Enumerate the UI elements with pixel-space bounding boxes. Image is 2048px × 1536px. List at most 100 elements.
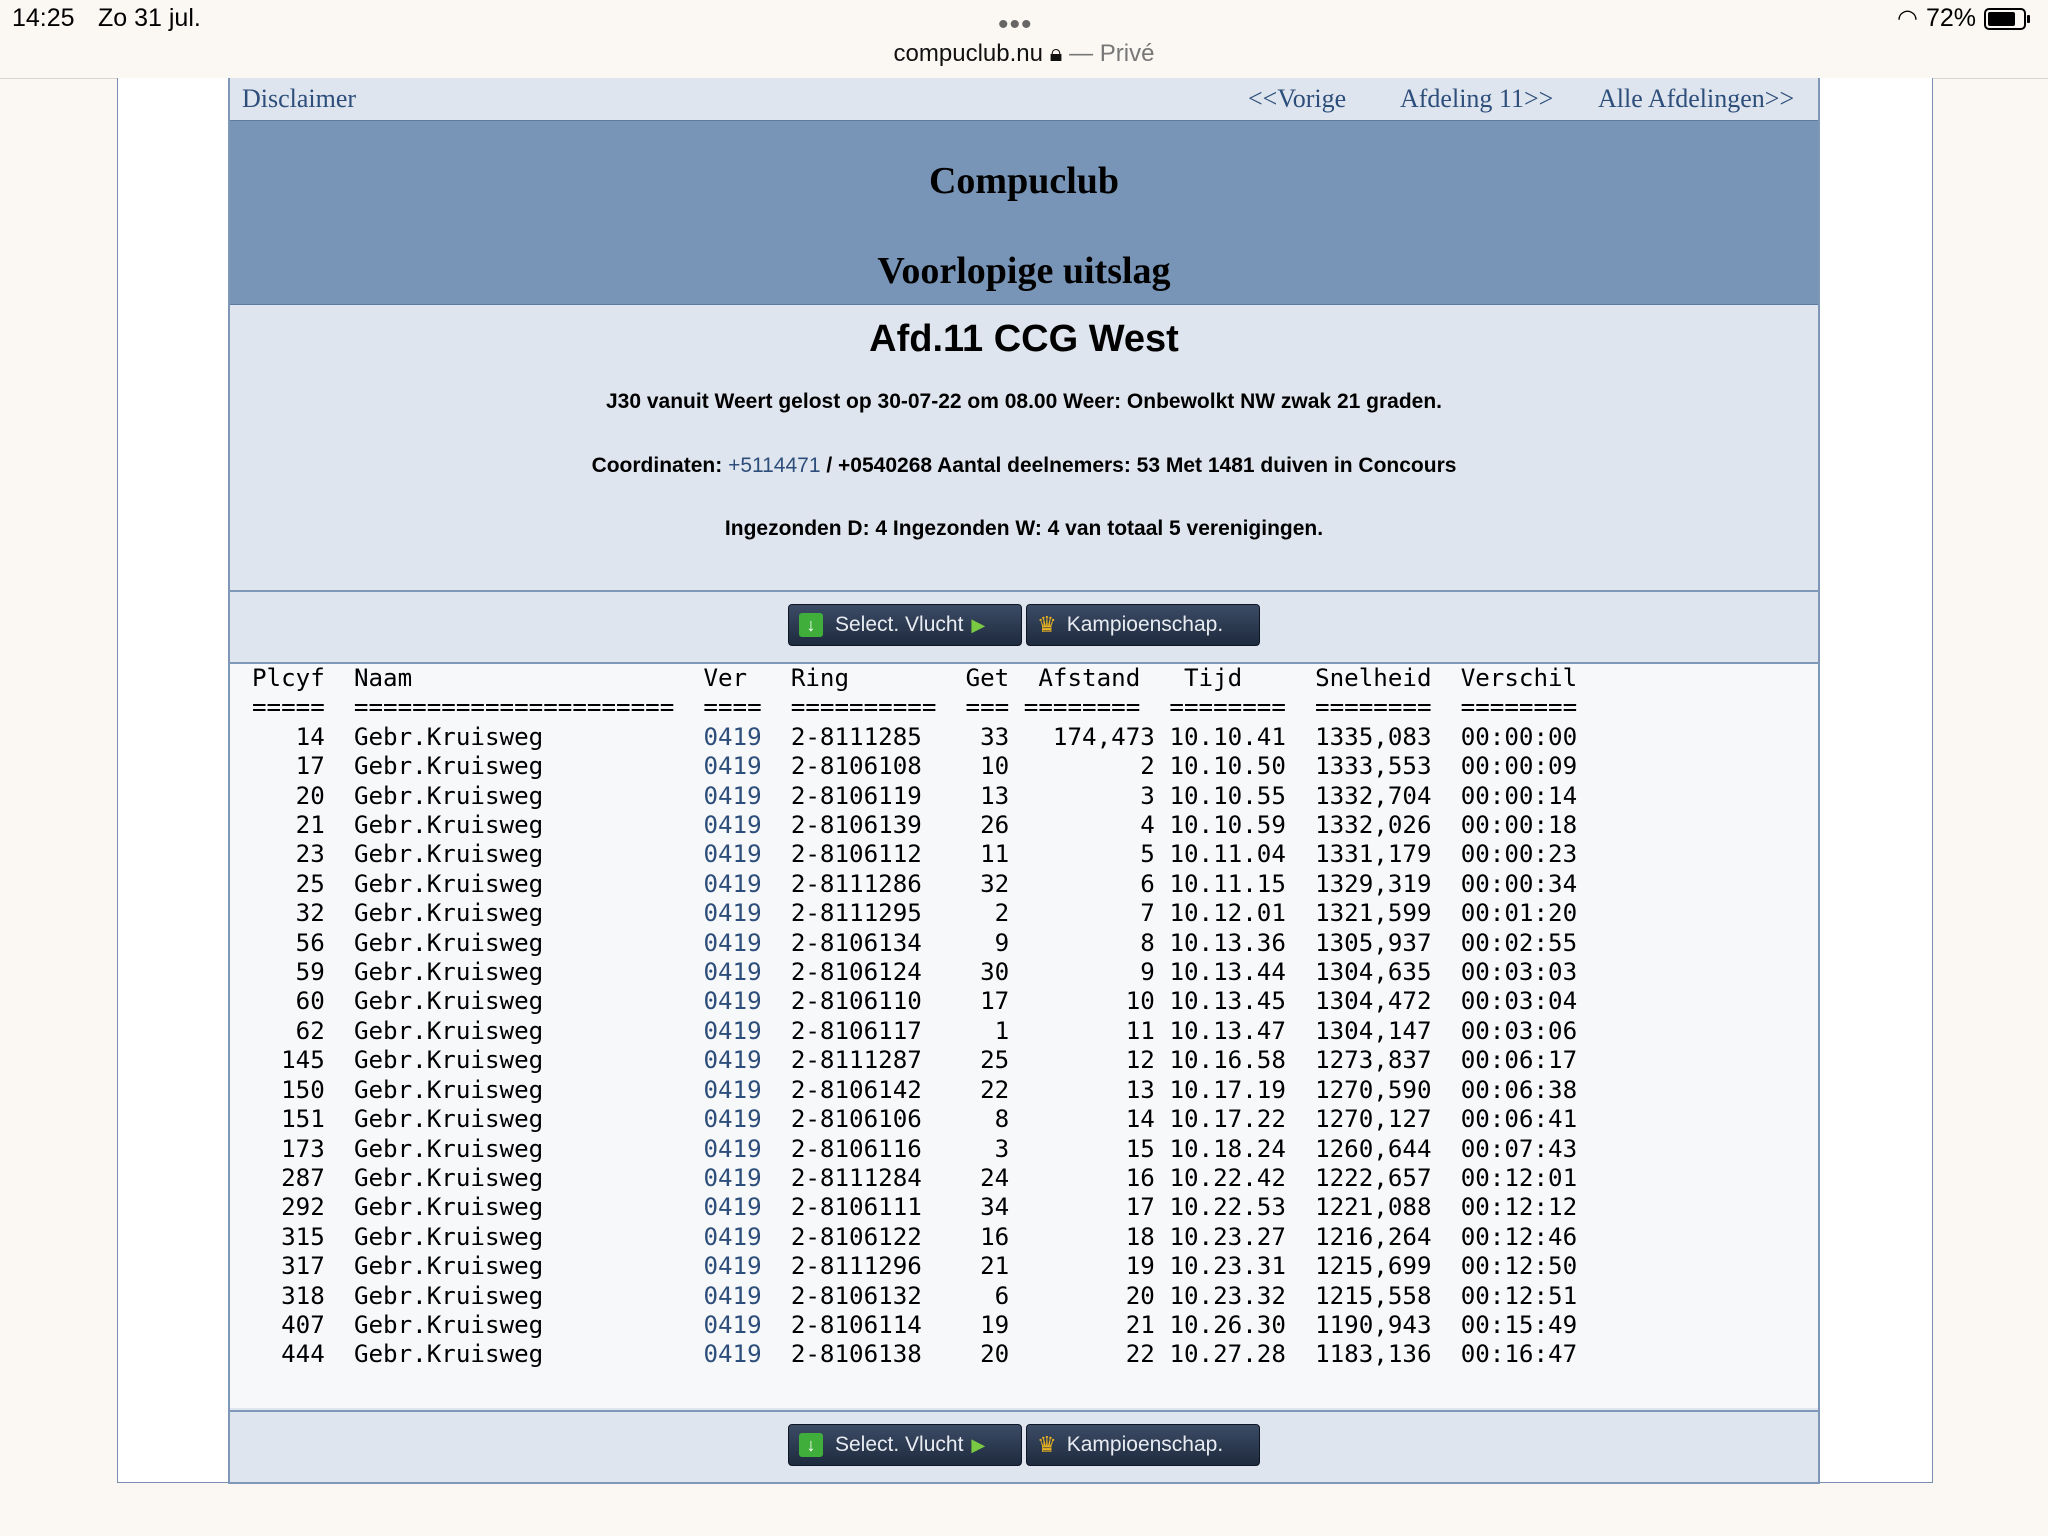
cell-distance: 12 — [1023, 1046, 1155, 1075]
table-row: 17 Gebr.Kruisweg 0419 2-8106108 10 2 10.… — [252, 752, 1578, 781]
cell-name: Gebr.Kruisweg — [353, 1134, 675, 1163]
cell-club[interactable]: 0419 — [703, 1223, 761, 1251]
cell-place: 59 — [252, 958, 325, 987]
cell-entered: 22 — [965, 1075, 1010, 1104]
cell-name: Gebr.Kruisweg — [353, 840, 675, 869]
cell-difference: 00:01:20 — [1460, 899, 1578, 928]
cell-distance: 13 — [1023, 1075, 1155, 1104]
results-page: Disclaimer <<Vorige Afdeling 11>> Alle A… — [228, 78, 1820, 1484]
disclaimer-link[interactable]: Disclaimer — [242, 84, 356, 114]
coordinates-link[interactable]: +5114471 — [728, 454, 820, 477]
select-flight-button[interactable]: ↓ Select. Vlucht ▶ — [788, 1424, 1022, 1466]
cell-entered: 13 — [965, 781, 1010, 810]
cell-speed: 1332,026 — [1315, 811, 1432, 840]
cell-club[interactable]: 0419 — [703, 1164, 761, 1192]
address-bar[interactable]: compuclub.nu 🔒︎ — Privé — [0, 40, 2048, 68]
cell-place: 315 — [252, 1222, 325, 1251]
cell-speed: 1260,644 — [1315, 1134, 1432, 1163]
column-header: Ver — [703, 664, 762, 692]
cell-ring: 2-8106138 — [790, 1340, 937, 1369]
cell-distance: 22 — [1023, 1340, 1155, 1369]
championship-button[interactable]: ♛ Kampioenschap. — [1026, 1424, 1260, 1466]
championship-button[interactable]: ♛ Kampioenschap. — [1026, 604, 1260, 646]
cell-difference: 00:03:06 — [1460, 1016, 1578, 1045]
next-section-link[interactable]: Afdeling 11>> — [1400, 84, 1553, 114]
table-row: 21 Gebr.Kruisweg 0419 2-8106139 26 4 10.… — [252, 811, 1578, 840]
header-underline: ===== ====================== ==== ======… — [252, 693, 1578, 722]
multitask-dots-icon[interactable]: ••• — [998, 8, 1033, 42]
cell-name: Gebr.Kruisweg — [353, 1222, 675, 1251]
cell-ring: 2-8106119 — [790, 781, 937, 810]
cell-difference: 00:00:09 — [1460, 752, 1578, 781]
table-row: 444 Gebr.Kruisweg 0419 2-8106138 20 22 1… — [252, 1340, 1577, 1369]
cell-distance: 17 — [1023, 1193, 1155, 1222]
cell-time: 10.17.19 — [1169, 1075, 1286, 1104]
cell-club[interactable]: 0419 — [703, 1311, 761, 1339]
cell-place: 32 — [252, 899, 325, 928]
cell-distance: 18 — [1023, 1222, 1155, 1251]
cell-club[interactable]: 0419 — [703, 1282, 761, 1310]
previous-link[interactable]: <<Vorige — [1248, 84, 1346, 114]
cell-club[interactable]: 0419 — [703, 1252, 761, 1280]
cell-entered: 21 — [965, 1252, 1010, 1281]
coordinates-label: Coordinaten: — [591, 454, 729, 477]
cell-club[interactable]: 0419 — [703, 1017, 761, 1045]
cell-club[interactable]: 0419 — [703, 811, 761, 839]
cell-club[interactable]: 0419 — [703, 752, 761, 780]
cell-ring: 2-8106116 — [790, 1134, 937, 1163]
cell-club[interactable]: 0419 — [703, 723, 761, 751]
lock-icon: 🔒︎ — [1049, 40, 1063, 67]
cell-place: 444 — [252, 1340, 325, 1369]
cell-club[interactable]: 0419 — [703, 899, 761, 927]
column-header: Afstand — [1023, 664, 1155, 692]
cell-club[interactable]: 0419 — [703, 1046, 761, 1074]
cell-place: 145 — [252, 1046, 325, 1075]
cell-club[interactable]: 0419 — [703, 929, 761, 957]
column-header: Tijd — [1169, 664, 1286, 692]
cell-time: 10.18.24 — [1169, 1134, 1286, 1163]
cell-club[interactable]: 0419 — [703, 1105, 761, 1133]
cell-place: 62 — [252, 1016, 325, 1045]
cell-club[interactable]: 0419 — [703, 1076, 761, 1104]
cell-ring: 2-8106112 — [790, 840, 937, 869]
cell-ring: 2-8106142 — [790, 1075, 937, 1104]
cell-club[interactable]: 0419 — [703, 1135, 761, 1163]
cell-club[interactable]: 0419 — [703, 870, 761, 898]
cell-place: 21 — [252, 811, 325, 840]
cell-speed: 1273,837 — [1315, 1046, 1432, 1075]
column-header: Get — [965, 664, 1010, 692]
cell-entered: 33 — [965, 722, 1010, 751]
select-flight-button[interactable]: ↓ Select. Vlucht ▶ — [788, 604, 1022, 646]
cell-distance: 6 — [1023, 869, 1155, 898]
cell-speed: 1335,083 — [1315, 722, 1432, 751]
top-navigation: Disclaimer <<Vorige Afdeling 11>> Alle A… — [230, 78, 1818, 120]
cell-difference: 00:06:17 — [1460, 1046, 1578, 1075]
cell-distance: 16 — [1023, 1163, 1155, 1192]
cell-place: 23 — [252, 840, 325, 869]
cell-place: 150 — [252, 1075, 325, 1104]
cell-difference: 00:12:12 — [1460, 1193, 1578, 1222]
cell-club[interactable]: 0419 — [703, 840, 761, 868]
cell-difference: 00:00:23 — [1460, 840, 1578, 869]
table-row: 62 Gebr.Kruisweg 0419 2-8106117 1 11 10.… — [252, 1016, 1578, 1046]
button-bar-top: ↓ Select. Vlucht ▶ ♛ Kampioenschap. — [230, 590, 1818, 664]
cell-difference: 00:12:51 — [1460, 1281, 1578, 1310]
cell-place: 60 — [252, 987, 325, 1016]
all-sections-link[interactable]: Alle Afdelingen>> — [1598, 84, 1794, 114]
cell-time: 10.16.58 — [1169, 1046, 1286, 1075]
cell-club[interactable]: 0419 — [703, 1193, 761, 1221]
table-row: 23 Gebr.Kruisweg 0419 2-8106112 11 5 10.… — [252, 840, 1578, 869]
table-row: 317 Gebr.Kruisweg 0419 2-8111296 21 19 1… — [252, 1252, 1577, 1281]
cell-club[interactable]: 0419 — [703, 782, 761, 810]
cell-club[interactable]: 0419 — [703, 1340, 761, 1368]
cell-name: Gebr.Kruisweg — [353, 722, 675, 751]
table-row: 150 Gebr.Kruisweg 0419 2-8106142 22 13 1… — [252, 1076, 1577, 1105]
cell-difference: 00:00:34 — [1460, 869, 1578, 898]
cell-club[interactable]: 0419 — [703, 987, 761, 1015]
cell-time: 10.13.44 — [1169, 958, 1286, 987]
cell-club[interactable]: 0419 — [703, 958, 761, 986]
cell-name: Gebr.Kruisweg — [353, 987, 675, 1016]
table-row: 56 Gebr.Kruisweg 0419 2-8106134 9 8 10.1… — [252, 929, 1578, 958]
cell-ring: 2-8111286 — [790, 869, 937, 898]
cell-name: Gebr.Kruisweg — [353, 1016, 675, 1045]
